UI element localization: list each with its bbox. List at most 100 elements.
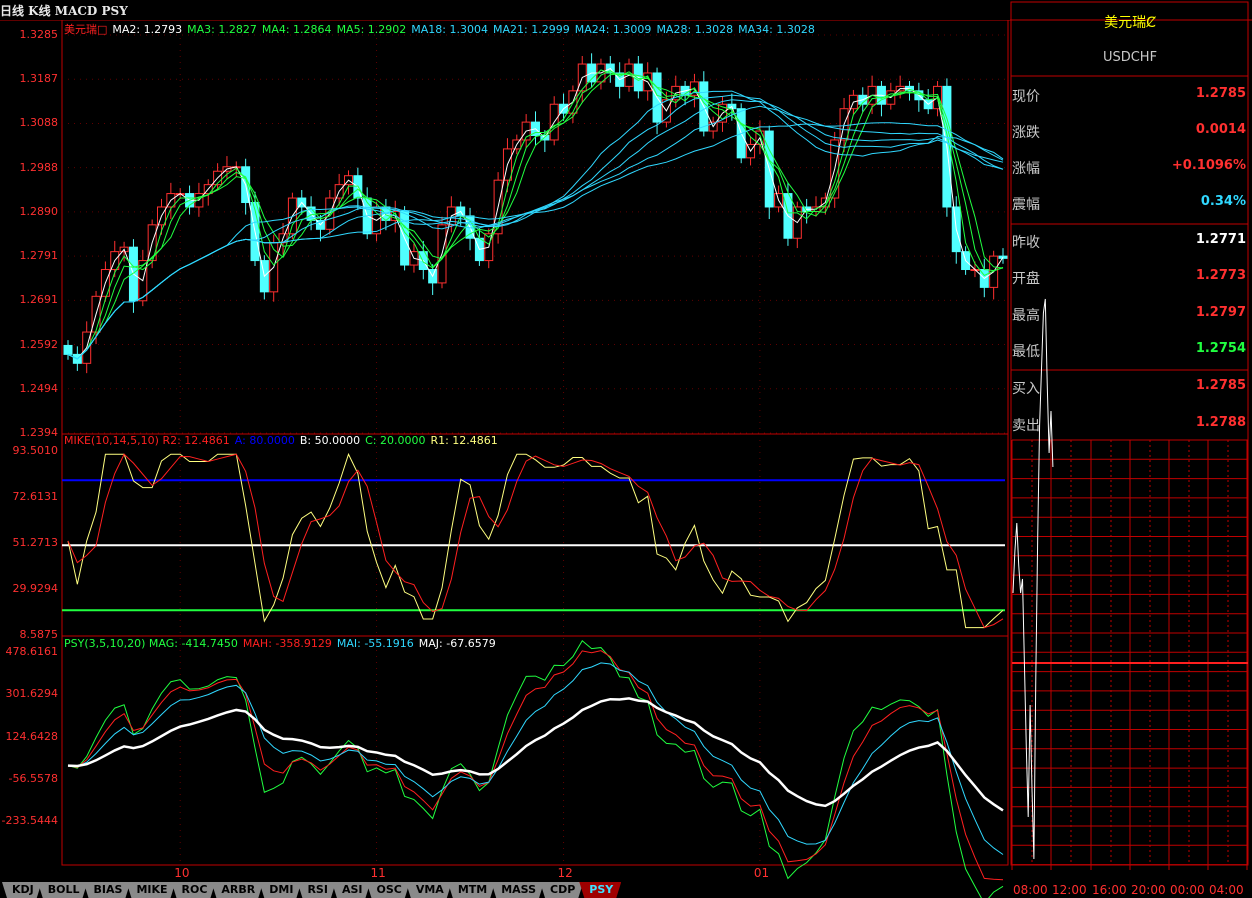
y-tick-label: -56.5578	[8, 771, 58, 785]
x-tick-label: 10	[174, 866, 190, 880]
quote-row: 涨跌 0.0014	[1012, 122, 1248, 142]
quote-row: 昨收 1.2771	[1012, 232, 1248, 252]
tab-boll[interactable]: BOLL	[38, 882, 88, 898]
quote-label: 买入	[1012, 381, 1040, 397]
ma-legend-21: MA21: 1.2999	[493, 23, 570, 36]
y-tick-label: 1.2890	[19, 204, 59, 218]
mike-legend: MIKE(10,14,5,10) R2: 12.4861 A: 80.0000 B:…	[64, 434, 503, 447]
quote-value: 1.2785	[1195, 86, 1246, 101]
main-legend: 美元瑞□ MA2: 1.2793 MA3: 1.2827 MA4: 1.2864 MA5…	[64, 21, 825, 37]
quote-label: 涨幅	[1012, 161, 1040, 177]
quote-value: 1.2788	[1195, 415, 1246, 430]
tab-vma[interactable]: VMA	[406, 882, 452, 898]
quote-row: 最低 1.2754	[1012, 341, 1248, 361]
y-tick-label: 1.2691	[19, 293, 59, 307]
quote-title: 美元瑞Ȼ	[1104, 15, 1156, 31]
quote-row: 震幅 0.34%	[1012, 194, 1248, 214]
legend-item: C: 20.0000	[365, 434, 426, 447]
ma-legend-28: MA28: 1.3028	[656, 23, 734, 36]
y-tick-label: -233.5444	[1, 814, 58, 828]
tab-psy[interactable]: PSY	[579, 882, 621, 898]
ma-legend-2: MA2: 1.2793	[112, 23, 183, 36]
time-label: 08:00	[1013, 883, 1048, 897]
tab-kdj[interactable]: KDJ	[2, 882, 42, 898]
tab-arbr[interactable]: ARBR	[211, 882, 263, 898]
time-label: 00:00	[1170, 883, 1205, 897]
y-tick-label: 93.5010	[12, 444, 59, 457]
legend-item: MIKE(10,14,5,10) R2: 12.4861	[64, 434, 230, 447]
quote-label: 卖出	[1012, 418, 1040, 434]
quote-value: 1.2773	[1195, 268, 1246, 283]
quote-row: 卖出 1.2788	[1012, 415, 1248, 435]
quote-row: 现价 1.2785	[1012, 86, 1248, 106]
tab-osc[interactable]: OSC	[366, 882, 409, 898]
quote-label: 开盘	[1012, 271, 1040, 287]
tab-mike[interactable]: MIKE	[126, 882, 175, 898]
y-tick-label: 72.6131	[12, 490, 59, 503]
tab-rsi[interactable]: RSI	[297, 882, 336, 898]
quote-label: 现价	[1012, 89, 1040, 105]
tab-roc[interactable]: ROC	[172, 882, 216, 898]
ma-legend-24: MA24: 1.3009	[574, 23, 652, 36]
y-tick-label: 1.2394	[19, 426, 59, 439]
quote-label: 震幅	[1012, 197, 1040, 213]
quote-label: 最高	[1012, 308, 1040, 324]
quote-row: 开盘 1.2773	[1012, 268, 1248, 288]
time-label: 12:00	[1052, 883, 1087, 897]
x-tick-label: 12	[557, 866, 573, 880]
tab-mtm[interactable]: MTM	[448, 882, 495, 898]
psy-legend: PSY(3,5,10,20) MAG: -414.7450 MAH: -358.9…	[64, 637, 501, 650]
time-label: 04:00	[1209, 883, 1244, 897]
psy-mai-line	[67, 662, 1004, 855]
quote-value: 1.2771	[1195, 232, 1246, 247]
y-tick-label: 1.2791	[19, 249, 59, 263]
tab-mass[interactable]: MASS	[491, 882, 544, 898]
legend-item: MAH: -358.9129	[242, 637, 332, 650]
y-tick-label: 1.3285	[19, 28, 59, 41]
ma-legend-34: MA34: 1.3028	[738, 23, 815, 36]
y-tick-label: 1.3187	[19, 72, 59, 86]
quote-value: 1.2797	[1195, 305, 1246, 320]
x-tick-label: 01	[753, 866, 770, 880]
y-tick-label: 8.5875	[19, 628, 59, 641]
y-tick-label: 301.6294	[5, 687, 59, 701]
psy-maj-line	[67, 697, 1004, 812]
candle-bearish	[63, 344, 73, 355]
tab-asi[interactable]: ASI	[332, 882, 371, 898]
tab-dmi[interactable]: DMI	[259, 882, 301, 898]
time-label: 16:00	[1092, 883, 1127, 897]
legend-item: MAI: -55.1916	[336, 637, 414, 650]
time-label: 20:00	[1131, 883, 1166, 897]
legend-item: B: 50.0000	[299, 434, 361, 447]
quote-row: 最高 1.2797	[1012, 305, 1248, 325]
ma-legend-18: MA18: 1.3004	[411, 23, 488, 36]
y-tick-label: 478.6161	[5, 645, 59, 658]
quote-label: 涨跌	[1012, 125, 1040, 141]
quote-value: 1.2785	[1195, 378, 1246, 393]
quote-value: +0.1096%	[1171, 158, 1246, 173]
legend-item: R1: 12.4861	[430, 434, 498, 447]
psy-mah-line	[67, 650, 1004, 881]
y-tick-label: 1.2494	[19, 381, 59, 395]
tab-cdp[interactable]: CDP	[540, 882, 583, 898]
indicator-tabs: KDJ BOLL BIAS MIKE ROC ARBR DMI RSI ASI OSC VMA MTM…	[2, 882, 617, 898]
y-tick-label: 51.2713	[12, 536, 59, 549]
quote-value: 0.0014	[1195, 122, 1246, 137]
y-tick-label: 1.2592	[19, 337, 59, 351]
legend-item: A: 80.0000	[234, 434, 295, 447]
ma-legend-4: MA4: 1.2864	[261, 23, 332, 36]
quote-symbol: USDCHF	[1102, 50, 1158, 65]
ma-legend-3: MA3: 1.2827	[187, 23, 257, 36]
y-tick-label: 1.2988	[19, 160, 59, 174]
y-tick-label: 124.6428	[5, 729, 59, 743]
ma-line-34	[67, 122, 1004, 360]
x-tick-label: 11	[370, 866, 386, 880]
symbol-name: 美元瑞□	[64, 23, 108, 36]
quote-value: 0.34%	[1200, 194, 1246, 209]
quote-row: 买入 1.2785	[1012, 378, 1248, 398]
legend-item: MAJ: -67.6579	[418, 637, 496, 650]
tab-bias[interactable]: BIAS	[84, 882, 131, 898]
quote-value: 1.2754	[1195, 341, 1246, 356]
legend-item: PSY(3,5,10,20) MAG: -414.7450	[64, 637, 238, 650]
quote-label: 最低	[1012, 344, 1040, 360]
